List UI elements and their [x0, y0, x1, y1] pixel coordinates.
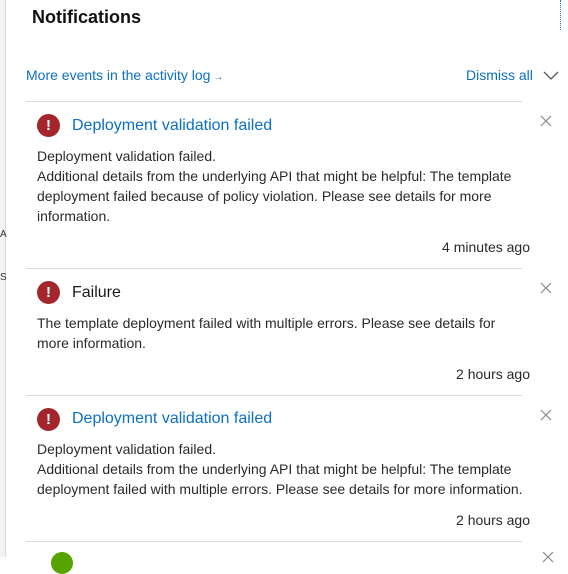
close-icon[interactable]: [540, 115, 552, 127]
message-line: deployment failed with multiple errors. …: [37, 481, 523, 497]
panel-title: Notifications: [32, 7, 142, 27]
close-icon[interactable]: [542, 551, 554, 563]
notification-card[interactable]: ! Failure The template deployment failed…: [26, 269, 552, 395]
message-line: Additional details from the underlying A…: [37, 461, 512, 477]
notification-timestamp: 2 hours ago: [456, 366, 530, 382]
notification-timestamp: 4 minutes ago: [442, 239, 530, 255]
focus-outline: [560, 0, 562, 30]
notification-message: Deployment validation failed. Additional…: [37, 146, 547, 226]
dismiss-all-button[interactable]: Dismiss all: [466, 67, 533, 83]
message-line: information.: [37, 208, 111, 224]
notification-title[interactable]: Failure: [72, 284, 121, 302]
notification-timestamp: 2 hours ago: [456, 512, 530, 528]
message-line: Deployment validation failed.: [37, 441, 216, 457]
message-line: The template deployment failed with mult…: [37, 315, 496, 331]
notification-card[interactable]: ! Deployment validation failed Deploymen…: [26, 396, 552, 540]
notification-message: The template deployment failed with mult…: [37, 313, 547, 353]
chevron-down-icon[interactable]: [543, 71, 559, 81]
divider: [26, 541, 522, 542]
activity-log-label: More events in the activity log: [26, 67, 211, 83]
message-line: more information.: [37, 335, 146, 351]
message-line: Additional details from the underlying A…: [37, 168, 512, 184]
background-char: A: [0, 229, 7, 240]
notification-message: Deployment validation failed. Additional…: [37, 439, 547, 499]
message-line: Deployment validation failed.: [37, 148, 216, 164]
close-icon[interactable]: [540, 282, 552, 294]
close-icon[interactable]: [540, 409, 552, 421]
check-circle-icon: [51, 552, 73, 574]
notification-title[interactable]: Deployment validation failed: [72, 410, 272, 428]
exclamation-icon: !: [37, 114, 60, 137]
notification-card[interactable]: ! Deployment validation failed Deploymen…: [26, 102, 552, 268]
notification-title[interactable]: Deployment validation failed: [72, 117, 272, 135]
arrow-right-icon: →: [213, 72, 224, 83]
activity-log-link[interactable]: More events in the activity log →: [26, 67, 223, 83]
message-line: deployment failed because of policy viol…: [37, 188, 492, 204]
exclamation-icon: !: [37, 281, 60, 304]
background-char: S: [0, 272, 7, 283]
exclamation-icon: !: [37, 408, 60, 431]
notifications-panel: Notifications More events in the activit…: [14, 0, 568, 574]
